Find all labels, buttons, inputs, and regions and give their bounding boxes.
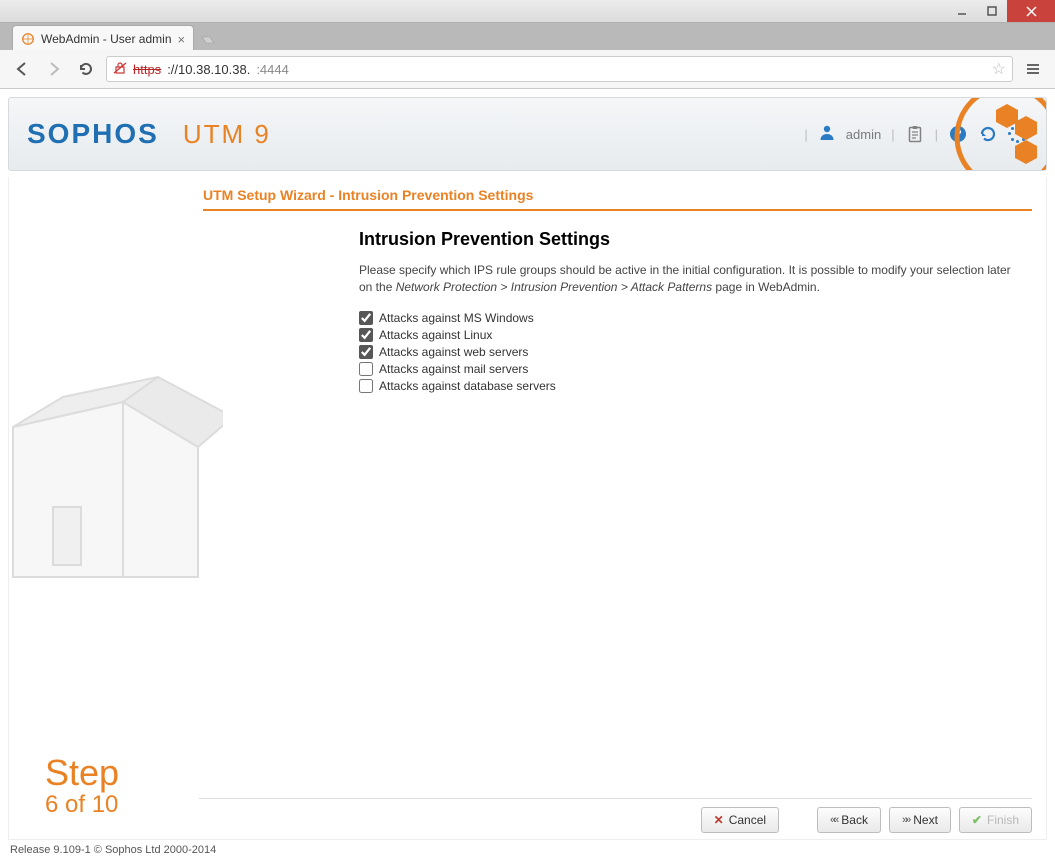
ips-option-label: Attacks against database servers	[379, 379, 556, 393]
finish-label: Finish	[987, 813, 1019, 827]
separator: |	[804, 127, 807, 142]
ips-option-checkbox[interactable]	[359, 379, 373, 393]
new-tab-button[interactable]	[198, 30, 218, 50]
step-label: Step	[45, 755, 119, 791]
separator: |	[935, 127, 938, 142]
forward-button[interactable]	[42, 57, 66, 81]
finish-button: ✔ Finish	[959, 807, 1032, 833]
next-button[interactable]: »» Next	[889, 807, 951, 833]
browser-toolbar: https ://10.38.10.38. :4444 ☆	[0, 50, 1055, 88]
wizard-content: Intrusion Prevention Settings Please spe…	[199, 211, 1046, 393]
clipboard-icon[interactable]	[905, 124, 925, 144]
back-label: Back	[841, 813, 868, 827]
ips-option-label: Attacks against Linux	[379, 328, 492, 342]
cancel-label: Cancel	[729, 813, 766, 827]
url-port: :4444	[256, 62, 289, 77]
window-minimize-button[interactable]	[947, 0, 977, 22]
wizard-breadcrumb: UTM Setup Wizard - Intrusion Prevention …	[203, 177, 1032, 211]
user-label[interactable]: admin	[846, 127, 881, 142]
wizard-button-row: ✕ Cancel «« Back »» Next ✔ Finish	[199, 798, 1032, 833]
browser-menu-button[interactable]	[1021, 57, 1045, 81]
favicon-icon	[21, 32, 35, 46]
ips-option-checkbox[interactable]	[359, 311, 373, 325]
release-footer: Release 9.109-1 © Sophos Ltd 2000-2014	[0, 840, 1055, 860]
brand-logo: SOPHOS	[27, 118, 159, 150]
ips-option-checkbox[interactable]	[359, 328, 373, 342]
reload-button[interactable]	[74, 57, 98, 81]
check-icon: ✔	[972, 813, 982, 827]
ips-option-row[interactable]: Attacks against Linux	[359, 328, 1026, 342]
tab-strip: WebAdmin - User admin ×	[0, 23, 1055, 50]
back-button[interactable]: «« Back	[817, 807, 881, 833]
desc-path: Network Protection > Intrusion Preventio…	[396, 280, 712, 294]
wizard-body: UTM Setup Wizard - Intrusion Prevention …	[199, 177, 1046, 839]
chevron-right-icon: »»	[902, 814, 908, 826]
page-viewport: SOPHOS UTM 9 | admin | | ?	[0, 89, 1055, 860]
wizard-sidebar: Step 6 of 10	[9, 177, 199, 839]
ips-option-row[interactable]: Attacks against database servers	[359, 379, 1026, 393]
browser-tab[interactable]: WebAdmin - User admin ×	[12, 25, 194, 50]
window-maximize-button[interactable]	[977, 0, 1007, 22]
house-illustration-icon	[3, 307, 223, 607]
step-number: 6 of 10	[45, 791, 119, 819]
tab-title: WebAdmin - User admin	[41, 32, 172, 46]
url-host: ://10.38.10.38.	[167, 62, 250, 77]
ips-option-row[interactable]: Attacks against MS Windows	[359, 311, 1026, 325]
address-bar[interactable]: https ://10.38.10.38. :4444 ☆	[106, 56, 1013, 82]
window-titlebar	[0, 0, 1055, 23]
ips-option-label: Attacks against web servers	[379, 345, 528, 359]
window-close-button[interactable]	[1007, 0, 1055, 22]
bookmark-star-icon[interactable]: ☆	[992, 59, 1006, 79]
cancel-button[interactable]: ✕ Cancel	[701, 807, 779, 833]
ips-option-row[interactable]: Attacks against web servers	[359, 345, 1026, 359]
back-button[interactable]	[10, 57, 34, 81]
url-scheme: https	[133, 62, 161, 77]
page-description: Please specify which IPS rule groups sho…	[359, 262, 1026, 297]
page-title: Intrusion Prevention Settings	[359, 229, 1026, 250]
hexagon-logo-icon	[952, 97, 1047, 171]
ips-option-row[interactable]: Attacks against mail servers	[359, 362, 1026, 376]
desc-post: page in WebAdmin.	[712, 280, 820, 294]
user-icon	[818, 123, 836, 146]
separator: |	[891, 127, 894, 142]
product-name: UTM 9	[183, 119, 271, 150]
ips-option-label: Attacks against MS Windows	[379, 311, 534, 325]
ips-option-checkbox[interactable]	[359, 362, 373, 376]
chevron-left-icon: ««	[830, 814, 836, 826]
ips-option-checkbox[interactable]	[359, 345, 373, 359]
ssl-warning-icon	[113, 61, 127, 78]
step-indicator: Step 6 of 10	[45, 755, 119, 819]
next-label: Next	[913, 813, 938, 827]
ips-option-label: Attacks against mail servers	[379, 362, 528, 376]
browser-chrome: WebAdmin - User admin × https ://10.38.1…	[0, 23, 1055, 89]
main-content: Step 6 of 10 UTM Setup Wizard - Intrusio…	[8, 177, 1047, 840]
tab-close-icon[interactable]: ×	[178, 32, 186, 47]
app-header: SOPHOS UTM 9 | admin | | ?	[8, 97, 1047, 171]
cancel-icon: ✕	[714, 813, 724, 827]
